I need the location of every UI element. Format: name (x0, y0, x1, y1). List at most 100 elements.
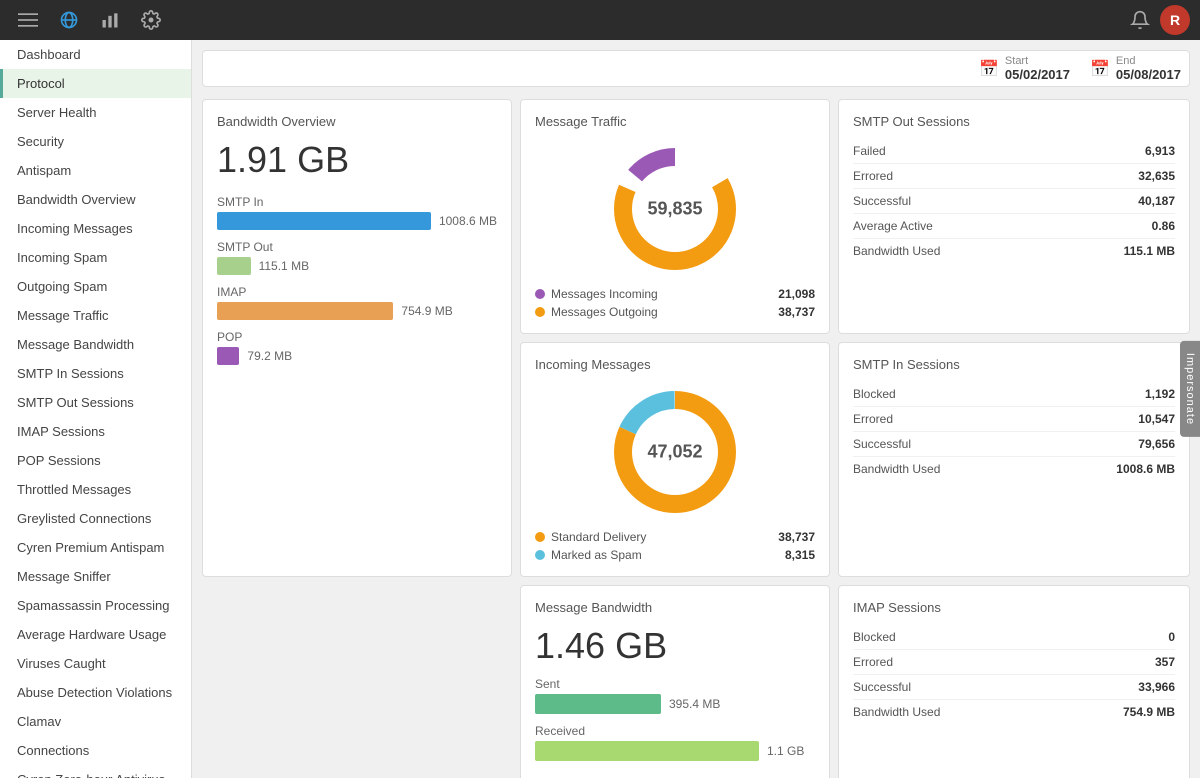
incoming-messages-center: 47,052 (647, 442, 702, 463)
smtp-in-bw-value: 1008.6 MB (1116, 462, 1175, 476)
sidebar-item-avg-hardware[interactable]: Average Hardware Usage (0, 620, 191, 649)
imap-bw-row: Bandwidth Used 754.9 MB (853, 700, 1175, 724)
imap-bar (217, 302, 393, 320)
sidebar-item-message-sniffer[interactable]: Message Sniffer (0, 562, 191, 591)
imap-blocked-row: Blocked 0 (853, 625, 1175, 650)
impersonate-tab[interactable]: Impersonate (1180, 341, 1200, 437)
sidebar-item-pop-sessions[interactable]: POP Sessions (0, 446, 191, 475)
spam-legend-val: 8,315 (785, 548, 815, 562)
sidebar-item-antispam[interactable]: Antispam (0, 156, 191, 185)
smtp-out-value: 115.1 MB (259, 259, 309, 273)
smtp-in-successful-value: 79,656 (1138, 437, 1175, 451)
sidebar-item-connections[interactable]: Connections (0, 736, 191, 765)
imap-errored-label: Errored (853, 655, 893, 669)
smtp-out-avg-active-label: Average Active (853, 219, 933, 233)
imap-blocked-label: Blocked (853, 630, 896, 644)
smtp-out-sessions-card: SMTP Out Sessions Failed 6,913 Errored 3… (838, 99, 1190, 334)
smtp-out-avg-active-row: Average Active 0.86 (853, 214, 1175, 239)
spam-legend-item: Marked as Spam 8,315 (535, 548, 815, 562)
outgoing-dot (535, 307, 545, 317)
smtp-in-errored-value: 10,547 (1138, 412, 1175, 426)
content-area: 📅 Start 05/02/2017 📅 End 05/08/2017 Band… (192, 40, 1200, 778)
sidebar-item-bandwidth-overview[interactable]: Bandwidth Overview (0, 185, 191, 214)
outgoing-legend-label: Messages Outgoing (551, 305, 658, 319)
sent-bar (535, 694, 661, 714)
incoming-messages-card: Incoming Messages 47,052 (520, 342, 830, 577)
sidebar-item-outgoing-spam[interactable]: Outgoing Spam (0, 272, 191, 301)
sidebar-item-cyren-zerohour[interactable]: Cyren Zero-hour Antivirus (0, 765, 191, 778)
sidebar-item-incoming-messages[interactable]: Incoming Messages (0, 214, 191, 243)
smtp-in-bar (217, 212, 431, 230)
avatar[interactable]: R (1160, 5, 1190, 35)
sent-row: Sent 395.4 MB (535, 677, 815, 714)
smtp-out-failed-row: Failed 6,913 (853, 139, 1175, 164)
sidebar-item-protocol[interactable]: Protocol (0, 69, 191, 98)
imap-sessions-title: IMAP Sessions (853, 600, 1175, 615)
outgoing-legend-item: Messages Outgoing 38,737 (535, 305, 815, 319)
sidebar-item-server-health[interactable]: Server Health (0, 98, 191, 127)
settings-icon[interactable] (133, 2, 169, 38)
message-traffic-legend: Messages Incoming 21,098 Messages Outgoi… (535, 287, 815, 319)
smtp-in-bw-label: Bandwidth Used (853, 462, 940, 476)
standard-legend-val: 38,737 (778, 530, 815, 544)
sidebar-item-message-bandwidth[interactable]: Message Bandwidth (0, 330, 191, 359)
chart-icon[interactable] (92, 2, 128, 38)
smtp-out-successful-label: Successful (853, 194, 911, 208)
sidebar-item-cyren-premium[interactable]: Cyren Premium Antispam (0, 533, 191, 562)
start-value: 05/02/2017 (1005, 67, 1070, 82)
smtp-in-sessions-title: SMTP In Sessions (853, 357, 1175, 372)
smtp-out-errored-label: Errored (853, 169, 893, 183)
sidebar-item-throttled-messages[interactable]: Throttled Messages (0, 475, 191, 504)
sidebar-item-smtp-in-sessions[interactable]: SMTP In Sessions (0, 359, 191, 388)
smtp-in-blocked-label: Blocked (853, 387, 896, 401)
smtp-out-row: SMTP Out 115.1 MB (217, 240, 497, 275)
smtp-out-bar-container: 115.1 MB (217, 257, 497, 275)
message-traffic-center: 59,835 (647, 199, 702, 220)
smtp-out-sessions-title: SMTP Out Sessions (853, 114, 1175, 129)
smtp-in-sessions-card: SMTP In Sessions Blocked 1,192 Errored 1… (838, 342, 1190, 577)
smtp-out-successful-row: Successful 40,187 (853, 189, 1175, 214)
message-traffic-title: Message Traffic (535, 114, 815, 129)
globe-icon[interactable] (51, 2, 87, 38)
smtp-out-bw-row: Bandwidth Used 115.1 MB (853, 239, 1175, 263)
received-row: Received 1.1 GB (535, 724, 815, 761)
sidebar-item-spamassassin[interactable]: Spamassassin Processing (0, 591, 191, 620)
sidebar-item-dashboard[interactable]: Dashboard (0, 40, 191, 69)
navbar-right: R (1125, 5, 1190, 35)
sidebar-item-clamav[interactable]: Clamav (0, 707, 191, 736)
sidebar-item-message-traffic[interactable]: Message Traffic (0, 301, 191, 330)
smtp-in-successful-row: Successful 79,656 (853, 432, 1175, 457)
standard-legend-item: Standard Delivery 38,737 (535, 530, 815, 544)
spam-dot (535, 550, 545, 560)
pop-row: POP 79.2 MB (217, 330, 497, 365)
sidebar-item-greylisted-connections[interactable]: Greylisted Connections (0, 504, 191, 533)
smtp-in-bar-container: 1008.6 MB (217, 212, 497, 230)
standard-legend-label: Standard Delivery (551, 530, 646, 544)
bell-icon[interactable] (1125, 5, 1155, 35)
menu-icon[interactable] (10, 2, 46, 38)
sidebar-item-viruses-caught[interactable]: Viruses Caught (0, 649, 191, 678)
smtp-out-avg-active-value: 0.86 (1152, 219, 1175, 233)
sidebar-item-incoming-spam[interactable]: Incoming Spam (0, 243, 191, 272)
sidebar-item-abuse-detection[interactable]: Abuse Detection Violations (0, 678, 191, 707)
start-calendar-icon: 📅 (979, 59, 999, 79)
end-value: 05/08/2017 (1116, 67, 1181, 82)
incoming-legend-item: Messages Incoming 21,098 (535, 287, 815, 301)
start-label: Start (1005, 55, 1070, 67)
imap-errored-value: 357 (1155, 655, 1175, 669)
message-bandwidth-total: 1.46 GB (535, 625, 815, 667)
imap-row: IMAP 754.9 MB (217, 285, 497, 320)
outgoing-legend-val: 38,737 (778, 305, 815, 319)
sidebar-item-imap-sessions[interactable]: IMAP Sessions (0, 417, 191, 446)
smtp-in-blocked-value: 1,192 (1145, 387, 1175, 401)
navbar-left (10, 2, 169, 38)
received-value: 1.1 GB (767, 744, 804, 758)
message-bandwidth-title: Message Bandwidth (535, 600, 815, 615)
smtp-out-bar (217, 257, 251, 275)
message-bandwidth-card: Message Bandwidth 1.46 GB Sent 395.4 MB … (520, 585, 830, 778)
smtp-in-value: 1008.6 MB (439, 214, 497, 228)
sidebar-item-smtp-out-sessions[interactable]: SMTP Out Sessions (0, 388, 191, 417)
smtp-out-bw-value: 115.1 MB (1124, 244, 1175, 258)
pop-label: POP (217, 330, 497, 344)
sidebar-item-security[interactable]: Security (0, 127, 191, 156)
